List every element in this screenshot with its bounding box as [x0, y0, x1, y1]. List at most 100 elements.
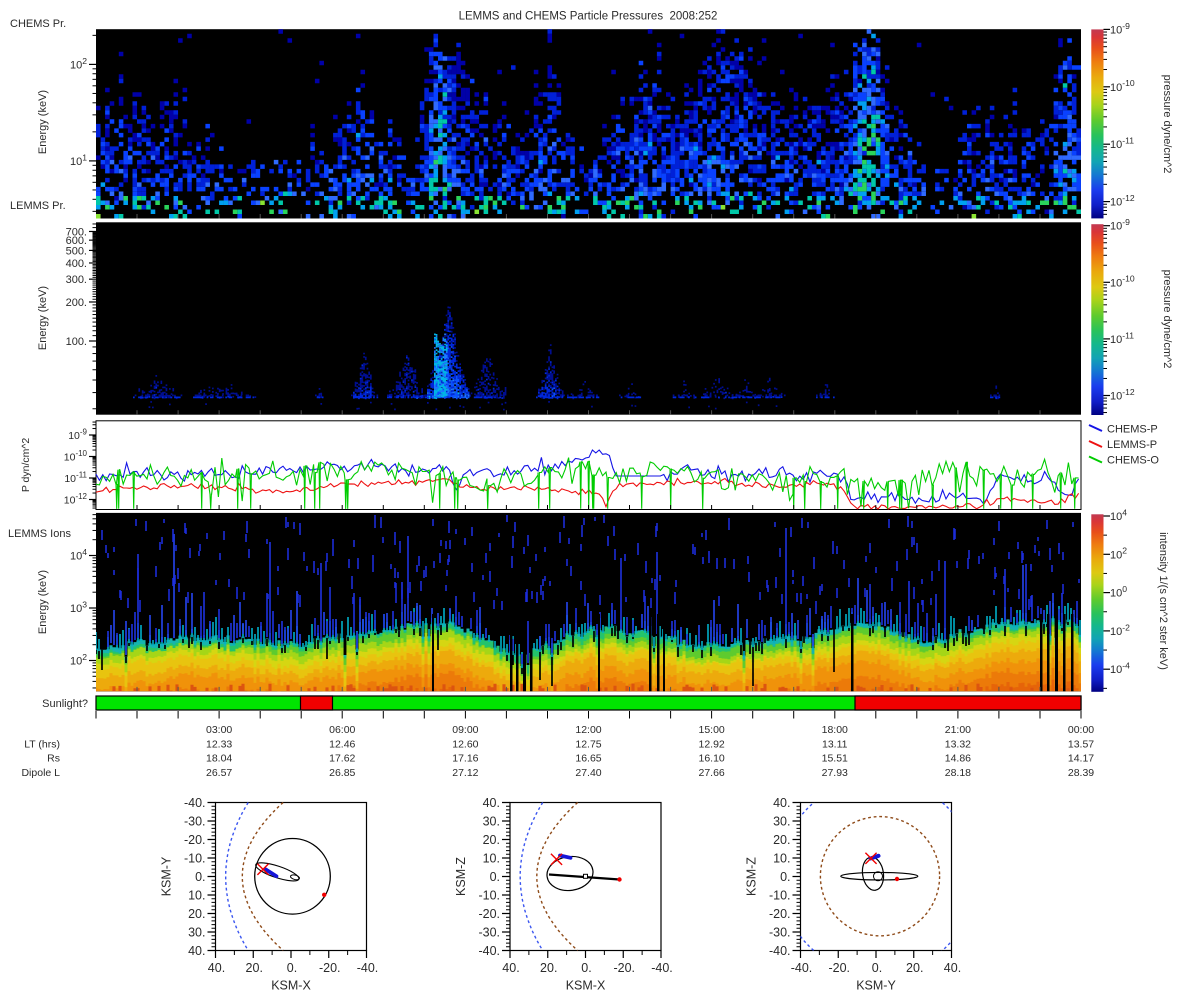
- svg-text:-10.: -10.: [478, 889, 500, 903]
- svg-text:03:00: 03:00: [206, 724, 232, 736]
- svg-text:16.65: 16.65: [575, 753, 601, 765]
- svg-text:KSM-X: KSM-X: [566, 979, 606, 993]
- svg-text:15:00: 15:00: [698, 724, 724, 736]
- svg-text:27.66: 27.66: [698, 767, 724, 779]
- svg-text:-30.: -30.: [769, 926, 791, 940]
- svg-text:20.: 20.: [483, 833, 500, 847]
- svg-text:200.: 200.: [66, 297, 87, 309]
- svg-text:400.: 400.: [66, 258, 87, 270]
- svg-text:Energy (keV): Energy (keV): [37, 570, 49, 634]
- svg-text:40.: 40.: [188, 944, 205, 958]
- svg-text:12.92: 12.92: [698, 739, 724, 751]
- svg-text:LEMMS-P: LEMMS-P: [1107, 439, 1157, 451]
- svg-text:12.75: 12.75: [575, 739, 601, 751]
- svg-text:-20.: -20.: [828, 961, 850, 975]
- svg-text:pressure dyne/cm^2: pressure dyne/cm^2: [1161, 270, 1173, 369]
- svg-text:0.: 0.: [490, 870, 500, 884]
- svg-text:30.: 30.: [483, 815, 500, 829]
- svg-text:Dipole L: Dipole L: [21, 767, 60, 779]
- svg-text:16.10: 16.10: [698, 753, 724, 765]
- svg-text:KSM-X: KSM-X: [271, 979, 311, 993]
- svg-text:CHEMS-O: CHEMS-O: [1107, 455, 1159, 467]
- svg-text:30.: 30.: [188, 926, 205, 940]
- svg-text:40.: 40.: [483, 796, 500, 810]
- svg-text:-30.: -30.: [478, 926, 500, 940]
- svg-text:20.: 20.: [246, 961, 263, 975]
- svg-text:09:00: 09:00: [452, 724, 478, 736]
- svg-text:-10.: -10.: [184, 852, 206, 866]
- svg-text:-20.: -20.: [184, 833, 206, 847]
- svg-text:-20.: -20.: [478, 907, 500, 921]
- svg-text:13.57: 13.57: [1068, 739, 1094, 751]
- svg-text:40.: 40.: [773, 796, 790, 810]
- svg-text:0.: 0.: [581, 961, 591, 975]
- svg-text:13.11: 13.11: [822, 739, 848, 751]
- svg-text:500.: 500.: [66, 245, 87, 257]
- svg-text:14.17: 14.17: [1068, 753, 1094, 765]
- svg-text:28.18: 28.18: [945, 767, 971, 779]
- svg-text:CHEMS-P: CHEMS-P: [1107, 424, 1158, 436]
- svg-text:20.: 20.: [773, 833, 790, 847]
- svg-text:10.: 10.: [773, 852, 790, 866]
- svg-text:17.62: 17.62: [329, 753, 355, 765]
- svg-text:12.60: 12.60: [452, 739, 478, 751]
- svg-text:Energy (keV): Energy (keV): [37, 90, 49, 154]
- svg-text:-40.: -40.: [651, 961, 673, 975]
- svg-text:26.85: 26.85: [329, 767, 355, 779]
- svg-text:-40.: -40.: [791, 961, 813, 975]
- svg-text:17.16: 17.16: [452, 753, 478, 765]
- svg-text:10.: 10.: [483, 852, 500, 866]
- svg-text:-20.: -20.: [769, 907, 791, 921]
- svg-text:-10.: -10.: [769, 889, 791, 903]
- svg-text:14.86: 14.86: [945, 753, 971, 765]
- svg-text:LEMMS and CHEMS Particle Press: LEMMS and CHEMS Particle Pressures 2008:…: [459, 11, 718, 23]
- svg-text:12.46: 12.46: [329, 739, 355, 751]
- svg-text:LT (hrs): LT (hrs): [24, 739, 60, 751]
- svg-text:40.: 40.: [944, 961, 961, 975]
- svg-text:13.32: 13.32: [945, 739, 971, 751]
- svg-text:18.04: 18.04: [206, 753, 232, 765]
- svg-text:40.: 40.: [502, 961, 519, 975]
- svg-text:intensity 1/(s cm^2 ster keV): intensity 1/(s cm^2 ster keV): [1157, 532, 1169, 670]
- svg-text:-20.: -20.: [319, 961, 341, 975]
- svg-text:LEMMS Pr.: LEMMS Pr.: [10, 200, 66, 212]
- svg-text:-30.: -30.: [184, 815, 206, 829]
- svg-text:28.39: 28.39: [1068, 767, 1094, 779]
- svg-text:0.: 0.: [780, 870, 790, 884]
- svg-text:0.: 0.: [287, 961, 297, 975]
- svg-text:40.: 40.: [208, 961, 225, 975]
- svg-text:KSM-Z: KSM-Z: [454, 857, 468, 896]
- svg-text:Energy (keV): Energy (keV): [37, 286, 49, 350]
- svg-text:300.: 300.: [66, 274, 87, 286]
- svg-text:00:00: 00:00: [1068, 724, 1094, 736]
- svg-text:20.: 20.: [540, 961, 557, 975]
- svg-text:100.: 100.: [66, 336, 87, 348]
- svg-text:KSM-Z: KSM-Z: [745, 857, 759, 896]
- svg-text:21:00: 21:00: [945, 724, 971, 736]
- svg-text:Rs: Rs: [47, 753, 60, 765]
- svg-text:pressure dyne/cm^2: pressure dyne/cm^2: [1161, 75, 1173, 174]
- svg-text:-20.: -20.: [613, 961, 635, 975]
- svg-text:KSM-Y: KSM-Y: [160, 856, 174, 896]
- svg-text:-40.: -40.: [769, 944, 791, 958]
- svg-text:12.33: 12.33: [206, 739, 232, 751]
- svg-text:26.57: 26.57: [206, 767, 232, 779]
- svg-text:18:00: 18:00: [822, 724, 848, 736]
- svg-text:20.: 20.: [906, 961, 923, 975]
- svg-text:27.12: 27.12: [452, 767, 478, 779]
- svg-text:27.40: 27.40: [575, 767, 601, 779]
- svg-text:0.: 0.: [872, 961, 882, 975]
- svg-text:10.: 10.: [188, 889, 205, 903]
- svg-text:Sunlight?: Sunlight?: [42, 698, 88, 710]
- svg-text:20.: 20.: [188, 907, 205, 921]
- svg-text:-40.: -40.: [478, 944, 500, 958]
- svg-text:-40.: -40.: [184, 796, 206, 810]
- svg-text:30.: 30.: [773, 815, 790, 829]
- svg-text:06:00: 06:00: [329, 724, 355, 736]
- svg-text:KSM-Y: KSM-Y: [856, 979, 896, 993]
- svg-text:0.: 0.: [195, 870, 205, 884]
- svg-text:P dyn/cm^2: P dyn/cm^2: [20, 438, 32, 493]
- svg-text:12:00: 12:00: [575, 724, 601, 736]
- svg-text:27.93: 27.93: [822, 767, 848, 779]
- svg-text:-40.: -40.: [357, 961, 379, 975]
